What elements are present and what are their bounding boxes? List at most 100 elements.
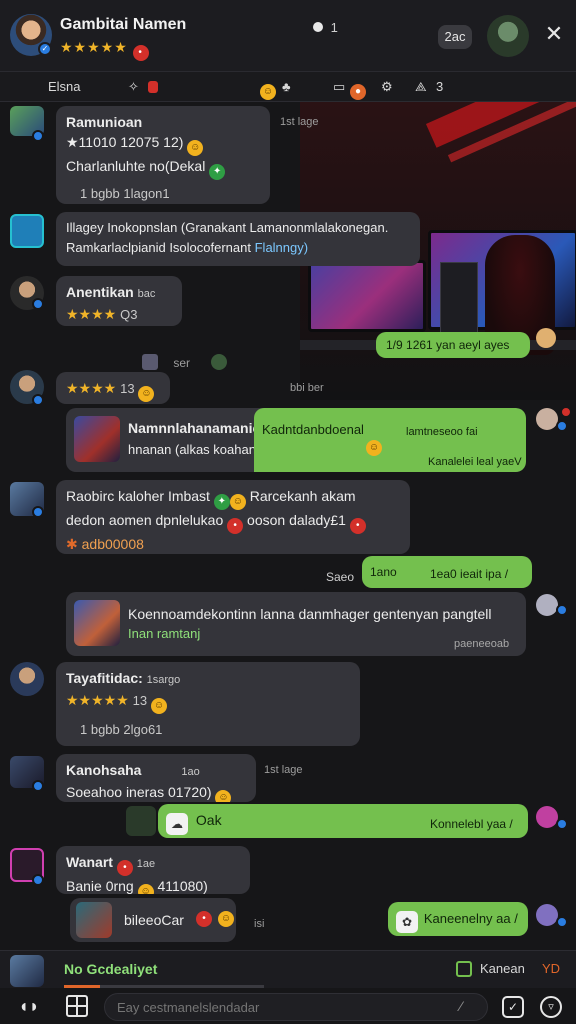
count-badge[interactable]: 2ac bbox=[438, 25, 472, 49]
message-card[interactable]: Koennoamdekontinn lanna danmhager genten… bbox=[66, 592, 526, 656]
chat-app: ✓ Gambitai Namen ★★★★★ • 1 2ac ✕ Elsna ✧… bbox=[0, 0, 576, 1024]
message-bubble[interactable]: 1ano 1ea0 ieait ipa / bbox=[362, 556, 532, 588]
verified-badge-icon: ✓ bbox=[38, 42, 52, 56]
rating-count: Q3 bbox=[120, 307, 138, 322]
timestamp: 1st lage bbox=[280, 116, 319, 128]
verified-badge-icon bbox=[556, 818, 568, 830]
typing-status: No Gcdealiyet bbox=[64, 961, 158, 977]
emoji-icon[interactable]: ▿ bbox=[540, 996, 562, 1018]
message-bubble[interactable]: Anentikan bac ★★★★ Q3 bbox=[56, 276, 182, 326]
sender-tag: bac bbox=[137, 288, 156, 300]
timestamp: 1st lage bbox=[264, 764, 303, 776]
smile-emoji-icon: ☺ bbox=[218, 911, 234, 927]
message-text: Inan ramtanj bbox=[128, 626, 201, 641]
message-text: 1/9 1261 yan aeyl ayes bbox=[386, 338, 510, 352]
message-text: Rarcekanh akam bbox=[249, 488, 356, 504]
message-input[interactable] bbox=[104, 993, 488, 1021]
message-text: Banie 0rng bbox=[66, 878, 134, 894]
sender-tag: 1ao bbox=[181, 766, 200, 778]
attach-icon[interactable]: ⁄ bbox=[460, 998, 462, 1014]
message-card[interactable]: Namnnlahanamanio: hnanan (alkas koahanot… bbox=[66, 408, 526, 472]
rating-count: 13 bbox=[120, 381, 135, 396]
angry-emoji-icon: • bbox=[196, 911, 212, 927]
game-thumbnail[interactable] bbox=[76, 902, 112, 938]
game-thumbnail[interactable] bbox=[74, 416, 120, 462]
message-bubble[interactable]: ☁ Oak Konnelebl yaa / bbox=[158, 804, 528, 838]
sender-name: Wanart bbox=[66, 854, 113, 870]
quoted-footer: Kanalelei leal yaeV bbox=[428, 456, 522, 468]
verified-badge-icon bbox=[32, 780, 44, 792]
read-receipt-avatar bbox=[536, 806, 558, 828]
smile-emoji-icon: ☺ bbox=[187, 140, 204, 156]
timestamp: paeneeoab bbox=[454, 638, 510, 650]
tab-label[interactable]: Elsna bbox=[48, 79, 81, 94]
message-footer: 1 bgbb 2lgo61 bbox=[80, 722, 163, 737]
wand-icon[interactable]: ✧ bbox=[128, 79, 139, 95]
sender-name: Kanohsaha bbox=[66, 762, 142, 778]
avatar[interactable] bbox=[10, 214, 44, 248]
sender-tag: 1ae bbox=[136, 858, 156, 870]
avatar[interactable] bbox=[10, 662, 44, 696]
status-dot-icon bbox=[313, 22, 323, 32]
verified-badge-icon bbox=[32, 394, 44, 406]
read-receipt-avatar bbox=[536, 408, 558, 430]
sticker-icon: ☁ bbox=[166, 813, 188, 835]
message-bubble[interactable]: ★★★★ 13 ☺ bbox=[56, 372, 170, 404]
voice-icon[interactable]: ◖◗ bbox=[18, 996, 40, 1017]
sender-name: Tayafitidac: bbox=[66, 670, 143, 686]
close-icon[interactable]: ✕ bbox=[540, 22, 568, 50]
message-text: Illagey Inokopnslan (Granakant Lamanonml… bbox=[66, 220, 389, 235]
angry-emoji-icon: • bbox=[132, 45, 149, 61]
timestamp: isi bbox=[254, 918, 265, 930]
message-text: ★11010 12075 12) bbox=[66, 134, 184, 150]
timestamp: bbi ber bbox=[290, 382, 324, 394]
rating-stars: ★★★★ bbox=[66, 306, 117, 322]
quoted-text: Kadntdanbdoenal bbox=[262, 422, 364, 437]
timestamp: lamtneseoo fai bbox=[406, 426, 478, 438]
message-bubble[interactable]: Raobirc kaloher Imbast ✦ ☺ Rarcekanh akam… bbox=[56, 480, 410, 554]
contact-avatar[interactable] bbox=[487, 15, 529, 57]
message-bubble[interactable]: Ramunioan ★11010 12075 12) ☺ Charlanluht… bbox=[56, 106, 270, 204]
verified-badge-icon bbox=[556, 420, 568, 432]
chat-header: ✓ Gambitai Namen ★★★★★ • 1 2ac ✕ bbox=[0, 0, 576, 72]
sparkle-emoji-icon: ✦ bbox=[209, 164, 226, 180]
composer-status-bar: No Gcdealiyet Kanean YD bbox=[0, 950, 576, 988]
chat-title: Gambitai Namen bbox=[60, 16, 187, 33]
message-bubble[interactable]: ✿ Kaneenelny aa / bbox=[388, 902, 528, 936]
message-bubble[interactable]: Wanart • 1ae Banie 0rng ☺ 411080) bbox=[56, 846, 250, 894]
mention-count: 3 bbox=[436, 79, 444, 94]
gear-icon[interactable]: ⚙ bbox=[381, 79, 393, 95]
avatar[interactable] bbox=[126, 806, 156, 836]
message-bubble[interactable]: Illagey Inokopnslan (Granakant Lamanonml… bbox=[56, 212, 420, 266]
image-icon bbox=[142, 354, 158, 370]
emoji-tab-icon[interactable]: ☺ bbox=[260, 79, 276, 100]
image-icon[interactable]: ▭ bbox=[333, 79, 345, 95]
sticker-icon[interactable]: ✓ bbox=[502, 996, 524, 1018]
game-thumbnail[interactable] bbox=[74, 600, 120, 646]
message-text: Raobirc kaloher Imbast bbox=[66, 488, 210, 504]
avatar[interactable] bbox=[10, 955, 44, 987]
message-text: adb00008 bbox=[81, 536, 144, 552]
grid-icon[interactable] bbox=[66, 995, 88, 1017]
sender-name: Namnnlahanamanio: bbox=[128, 420, 266, 436]
message-text: Kaneenelny aa / bbox=[423, 911, 518, 926]
chart-icon[interactable] bbox=[456, 961, 472, 977]
message-text: 411080) bbox=[157, 878, 208, 894]
smile-emoji-icon: ☺ bbox=[151, 698, 168, 714]
angry-emoji-icon: • bbox=[227, 518, 244, 534]
message-bubble[interactable]: Kanohsaha 1ao Soeahoo ineras 01720) ☺ bbox=[56, 754, 256, 802]
verified-badge-icon bbox=[556, 916, 568, 928]
sender-name: Ramunioan bbox=[66, 114, 143, 130]
quoted-reply[interactable]: Kadntdanbdoenal lamtneseoo fai Kanalelei… bbox=[254, 408, 526, 472]
message-card[interactable]: bileeoCar • ☺ bbox=[70, 898, 236, 942]
toolbar: Elsna ✧ ☺ ♣ ▭ ● ⚙ ⟁ 3 bbox=[0, 72, 576, 102]
message-text: Charlanluhte no(Dekal bbox=[66, 158, 206, 174]
message-link[interactable]: Flalnngy) bbox=[255, 240, 308, 255]
message-text: ooson dalady£1 bbox=[247, 512, 346, 528]
rating-stars: ★★★★ bbox=[66, 380, 117, 396]
club-icon[interactable]: ♣ bbox=[282, 79, 291, 94]
message-bubble[interactable]: Tayafitidac: 1sargo ★★★★★ 13 ☺ 1 bgbb 2l… bbox=[56, 662, 360, 746]
mention-icon[interactable]: ⟁ bbox=[415, 79, 427, 95]
message-bubble[interactable]: 1/9 1261 yan aeyl ayes bbox=[376, 332, 530, 358]
message-text: Oak bbox=[195, 812, 222, 828]
